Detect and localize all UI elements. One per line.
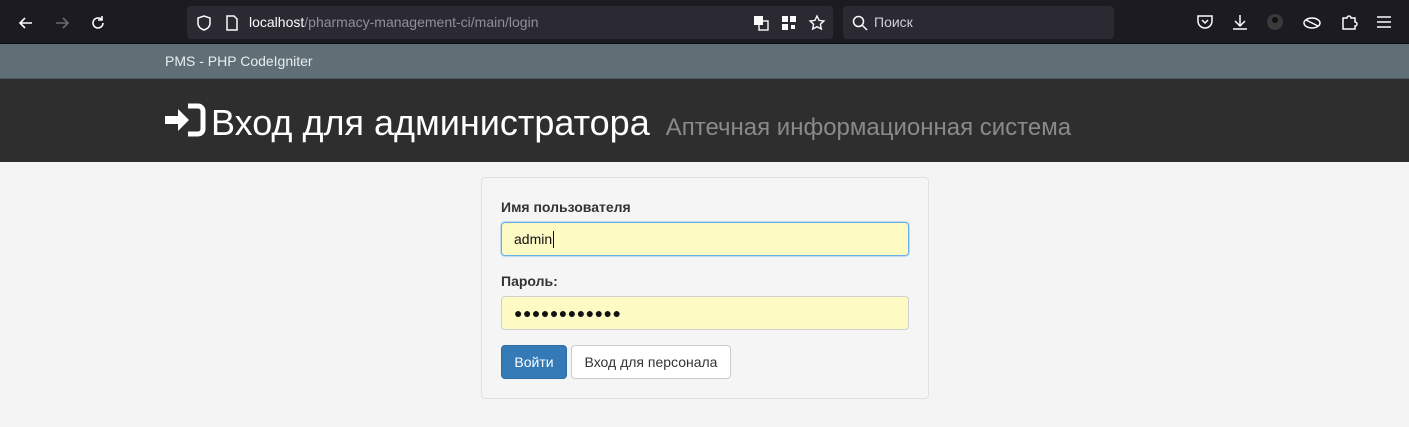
star-icon[interactable] <box>808 14 826 32</box>
password-label: Пароль: <box>501 273 558 289</box>
puzzle-icon[interactable] <box>1339 12 1359 32</box>
reload-icon[interactable] <box>83 8 113 38</box>
search-box[interactable]: Поиск <box>843 6 1114 39</box>
page-title: Вход для администратора Аптечная информа… <box>211 102 1071 144</box>
sign-in-icon <box>165 103 206 137</box>
search-icon <box>852 15 868 31</box>
page-header: Вход для администратора Аптечная информа… <box>0 79 1409 162</box>
url-text: localhost/pharmacy-management-ci/main/lo… <box>249 14 539 30</box>
page-subtitle: Аптечная информационная система <box>665 114 1072 141</box>
text-caret <box>553 230 555 248</box>
site-navbar: PMS - PHP CodeIgniter <box>0 44 1409 79</box>
username-label: Имя пользователя <box>501 199 631 215</box>
page-title-text: Вход для администратора <box>211 102 650 143</box>
extension-icon[interactable] <box>1302 12 1322 32</box>
download-icon[interactable] <box>1230 12 1250 32</box>
back-arrow-icon[interactable] <box>11 8 41 38</box>
login-panel: Имя пользователя admin Пароль: ●●●●●●●●●… <box>481 177 929 399</box>
translate-icon[interactable] <box>752 14 770 32</box>
pocket-icon[interactable] <box>1195 12 1215 32</box>
navbar-brand[interactable]: PMS - PHP CodeIgniter <box>165 53 313 69</box>
forward-arrow-icon[interactable] <box>47 8 77 38</box>
profile-icon[interactable] <box>1265 12 1285 32</box>
username-value: admin <box>514 231 553 247</box>
menu-icon[interactable] <box>1374 12 1394 32</box>
browser-toolbar: localhost/pharmacy-management-ci/main/lo… <box>0 0 1409 44</box>
qr-code-icon[interactable] <box>780 14 798 32</box>
login-button[interactable]: Войти <box>501 345 567 379</box>
password-input[interactable]: ●●●●●●●●●●●● <box>501 296 909 330</box>
shield-icon[interactable] <box>195 14 213 32</box>
password-mask: ●●●●●●●●●●●● <box>514 305 622 321</box>
page-icon[interactable] <box>223 14 241 32</box>
search-placeholder: Поиск <box>874 14 913 30</box>
staff-login-button[interactable]: Вход для персонала <box>571 345 731 379</box>
url-bar[interactable]: localhost/pharmacy-management-ci/main/lo… <box>187 6 833 39</box>
username-input[interactable]: admin <box>501 222 909 256</box>
